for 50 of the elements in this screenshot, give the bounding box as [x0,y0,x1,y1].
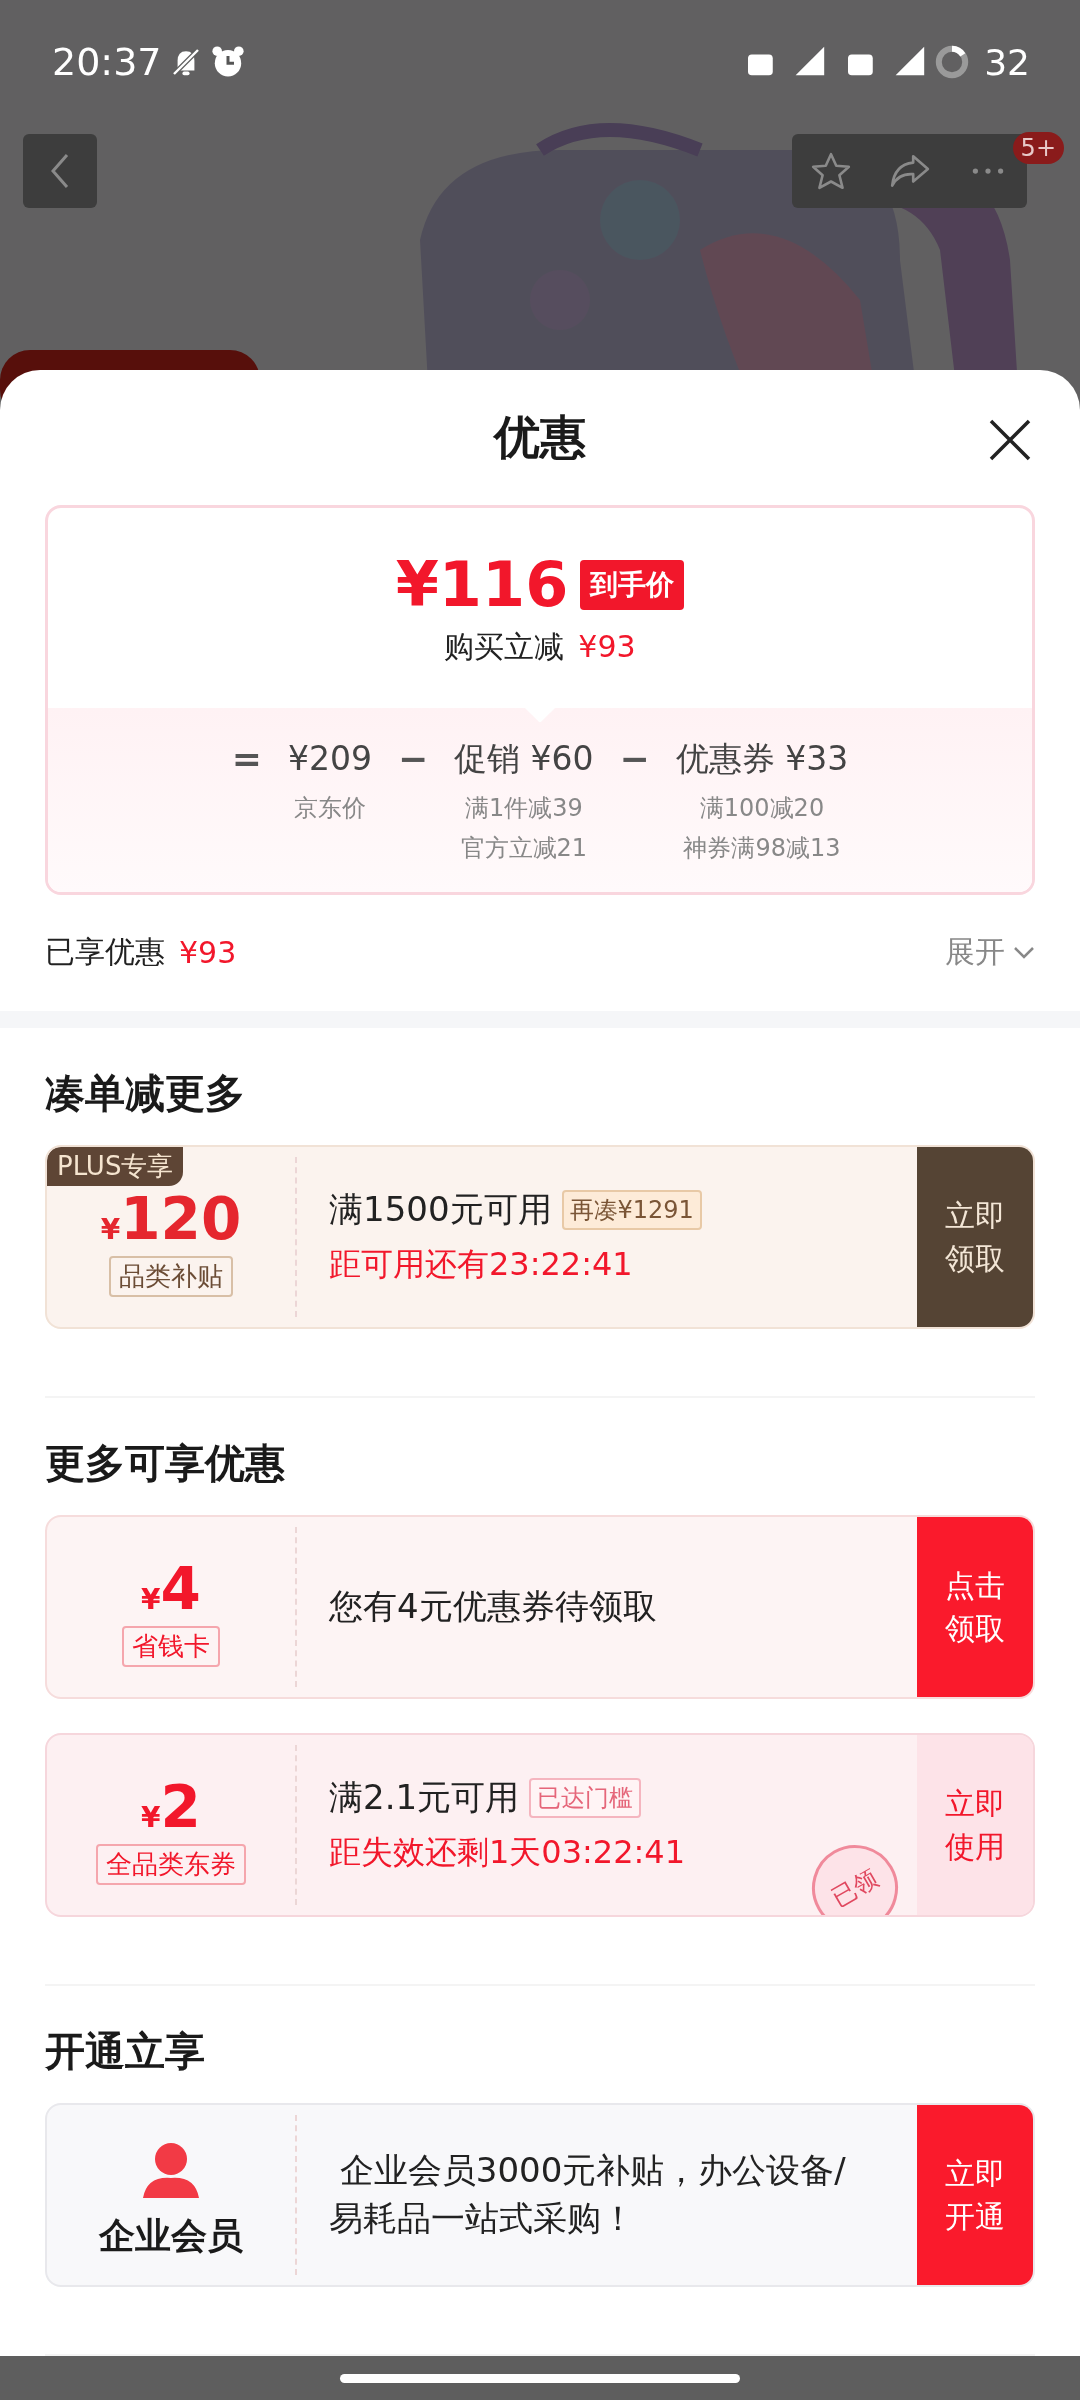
coupon-amount: ¥4 [141,1559,201,1618]
coupon-title: 满2.1元可用 [329,1776,520,1820]
coupon-amount: ¥120 [100,1189,242,1248]
plus-badge: PLUS专享 [47,1147,184,1187]
section-heading: 更多可享优惠 [44,1439,286,1489]
section-heading: 凑单减更多 [44,1069,246,1119]
member-label: 企业会员 [99,2213,243,2258]
expand-button[interactable]: 展开 [945,932,1035,974]
term-amount: ¥209 [287,738,372,781]
term-note: 官方立减21 [460,833,588,865]
coupon-chip: 再凑¥1291 [561,1190,702,1231]
coupon-tag: 品类补贴 [109,1255,233,1297]
coupon-button[interactable]: 立即使用 [917,1735,1033,1916]
coupon-title: 您有4元优惠券待领取 [329,1585,657,1629]
term-note: 京东价 [293,793,366,825]
home-indicator[interactable] [340,2373,740,2383]
close-icon[interactable] [988,418,1032,462]
coupon-button[interactable]: 立即领取 [917,1147,1033,1328]
saving-label: 购买立减 [444,628,565,667]
coupon-button[interactable]: 点击领取 [917,1517,1033,1698]
operator-sign: = [231,737,262,782]
status-time: 20:37 [52,40,162,84]
operator-sign: − [619,737,650,782]
coupon-chip: 已达门槛 [529,1778,642,1819]
back-button[interactable] [23,134,97,208]
term-note: 满100减20 [699,793,825,825]
enjoyed-label: 已享优惠 [45,933,165,972]
coupon-button[interactable]: 立即开通 [917,2105,1033,2286]
saving-amount: ¥93 [578,629,636,665]
coupon-title: 满1500元可用 [329,1188,552,1232]
operator-sign: − [397,737,429,782]
coupon-title: 企业会员3000元补贴，办公设备/易耗品一站式采购！ [329,2149,847,2241]
term-note: 神券满98减13 [683,833,841,865]
section-heading: 开通立享 [44,2027,206,2077]
term-note: 满1件减39 [464,793,583,825]
countdown-text: 距可用还有23:22:41 [329,1244,634,1286]
term-amount: 促销 ¥60 [454,738,594,781]
enjoyed-amount: ¥93 [179,935,237,971]
battery-ring-icon [934,44,971,80]
countdown-text: 距失效还剩1天03:22:41 [329,1832,687,1874]
final-price: ¥116 [395,548,569,622]
chevron-down-icon [1013,945,1035,960]
sheet-title: 优惠 [494,408,586,466]
coupon-tag: 全品类东券 [96,1843,246,1885]
battery-level: 32 [984,41,1030,83]
coupon-amount: ¥2 [141,1777,201,1836]
star-icon[interactable] [810,150,853,192]
term-amount: 优惠券 ¥33 [675,738,849,781]
coupon-tag: 省钱卡 [122,1625,220,1667]
final-price-tag: 到手价 [580,560,685,610]
